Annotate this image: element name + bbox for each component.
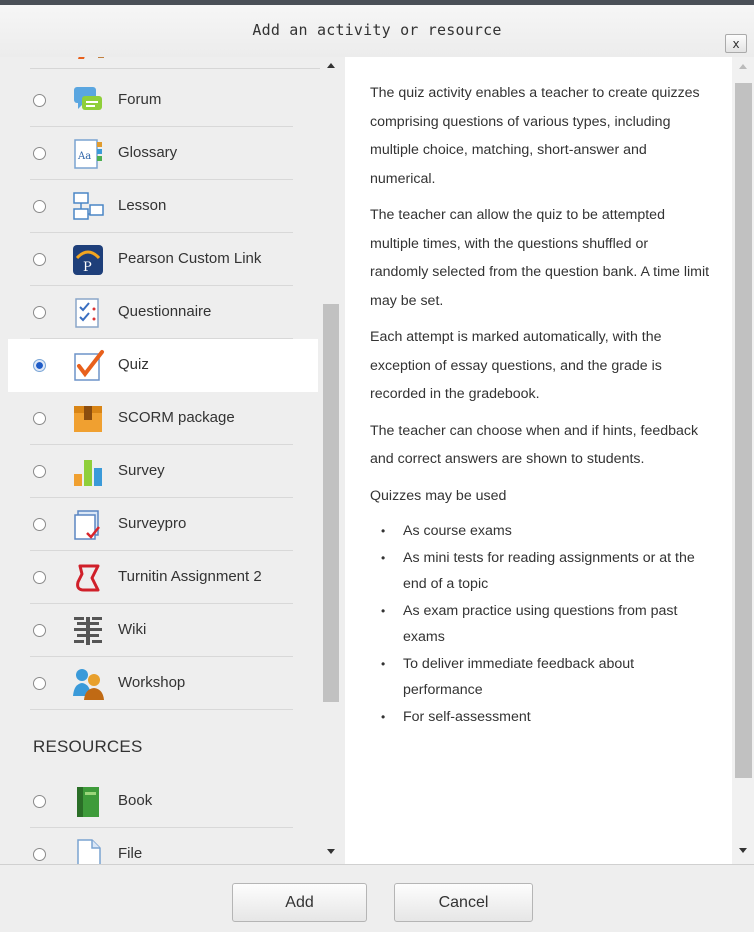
option-label: Turnitin Assignment 2 [118, 568, 262, 585]
option-file[interactable]: File [8, 828, 318, 864]
pearson-icon: P [70, 242, 106, 278]
radio-button[interactable] [33, 359, 46, 372]
option-quiz[interactable]: Quiz [8, 339, 318, 392]
radio-button[interactable] [33, 253, 46, 266]
lesson-icon [70, 189, 106, 225]
questionnaire-icon [70, 295, 106, 331]
divider [30, 709, 293, 710]
svg-text:Aa: Aa [77, 151, 91, 162]
scroll-down-arrow-icon[interactable] [739, 848, 747, 853]
radio-button[interactable] [33, 571, 46, 584]
options-scrollbar[interactable] [318, 57, 345, 864]
cancel-button[interactable]: Cancel [394, 883, 533, 922]
description-scrollbar[interactable] [732, 57, 754, 864]
book-icon [70, 784, 106, 820]
option-wiki[interactable]: Wiki [8, 604, 318, 657]
options-list: Forum Aa Glossary Lesson P Pearson Custom Lin… [8, 57, 345, 864]
option-pearson-custom-link[interactable]: P Pearson Custom Link [8, 233, 318, 286]
option-label: Surveypro [118, 515, 187, 532]
forum-icon [70, 83, 106, 119]
description-paragraph: Each attempt is marked automatically, wi… [370, 329, 662, 402]
workshop-icon [70, 666, 106, 702]
uses-list: As course exams As mini tests for readin… [370, 518, 710, 730]
radio-button[interactable] [33, 412, 46, 425]
option-label: Pearson Custom Link [118, 250, 262, 267]
turnitin-icon [70, 560, 106, 596]
option-survey[interactable]: Survey [8, 445, 318, 498]
option-surveypro[interactable]: Surveypro [8, 498, 318, 551]
dialog-title: Add an activity or resource [252, 21, 502, 39]
list-item: To deliver immediate feedback about perf… [381, 651, 710, 704]
option-label: Questionnaire [118, 303, 212, 320]
divider [30, 68, 320, 69]
option-label: Workshop [118, 674, 186, 691]
description-paragraph: Quizzes may be used [370, 487, 507, 504]
resources-heading: RESOURCES [33, 737, 143, 756]
surveypro-icon [70, 507, 106, 543]
scroll-up-arrow-icon[interactable] [739, 64, 747, 69]
list-item: As mini tests for reading assignments or… [381, 545, 710, 598]
add-button[interactable]: Add [232, 883, 367, 922]
radio-button[interactable] [33, 147, 46, 160]
quiz-icon [70, 348, 106, 384]
radio-button[interactable] [33, 465, 46, 478]
option-label: Survey [118, 462, 165, 479]
option-book[interactable]: Book [8, 775, 318, 828]
radio-button[interactable] [33, 518, 46, 531]
option-label: Glossary [118, 144, 178, 161]
svg-text:P: P [83, 260, 92, 275]
dialog-header: Add an activity or resource x [0, 0, 754, 57]
list-item: For self-assessment [381, 704, 710, 731]
option-scorm-package[interactable]: SCORM package [8, 392, 318, 445]
dialog-footer: Add Cancel [0, 864, 754, 932]
option-label: Quiz [118, 356, 149, 373]
add-activity-dialog: Add an activity or resource x Forum Aa Glo… [0, 0, 754, 932]
description-paragraph: The teacher can choose when and if hints… [370, 422, 699, 468]
option-turnitin-assignment-2[interactable]: Turnitin Assignment 2 [8, 551, 318, 604]
radio-button[interactable] [33, 624, 46, 637]
scrollbar-thumb[interactable] [735, 83, 752, 778]
option-label: SCORM package [118, 409, 235, 426]
wiki-icon [70, 613, 106, 649]
option-label: Forum [118, 91, 162, 108]
radio-button[interactable] [33, 306, 46, 319]
option-label: Lesson [118, 197, 167, 214]
partial-activity-icon [78, 57, 104, 59]
option-label: Book [118, 792, 153, 809]
radio-button[interactable] [33, 795, 46, 808]
radio-button[interactable] [33, 677, 46, 690]
option-lesson[interactable]: Lesson [8, 180, 318, 233]
option-label: File [118, 845, 143, 862]
glossary-icon: Aa [70, 136, 106, 172]
scroll-down-arrow-icon[interactable] [327, 849, 335, 854]
radio-button[interactable] [33, 848, 46, 861]
option-workshop[interactable]: Workshop [8, 657, 318, 710]
option-questionnaire[interactable]: Questionnaire [8, 286, 318, 339]
scroll-up-arrow-icon[interactable] [327, 63, 335, 68]
list-item: As exam practice using questions from pa… [381, 598, 710, 651]
scorm-icon [70, 401, 106, 437]
survey-icon [70, 454, 106, 490]
option-forum[interactable]: Forum [8, 74, 318, 127]
option-label: Wiki [118, 621, 147, 638]
description-panel: The quiz activity enables a teacher to c… [345, 57, 754, 864]
radio-button[interactable] [33, 200, 46, 213]
scrollbar-thumb[interactable] [323, 304, 339, 702]
description-paragraph: The teacher can allow the quiz to be att… [370, 207, 710, 309]
description-paragraph: The quiz activity enables a teacher to c… [370, 85, 700, 187]
close-button[interactable]: x [725, 34, 747, 53]
file-icon [70, 837, 106, 864]
list-item: As course exams [381, 518, 710, 545]
radio-button[interactable] [33, 94, 46, 107]
description-text: The quiz activity enables a teacher to c… [370, 79, 710, 730]
option-glossary[interactable]: Aa Glossary [8, 127, 318, 180]
